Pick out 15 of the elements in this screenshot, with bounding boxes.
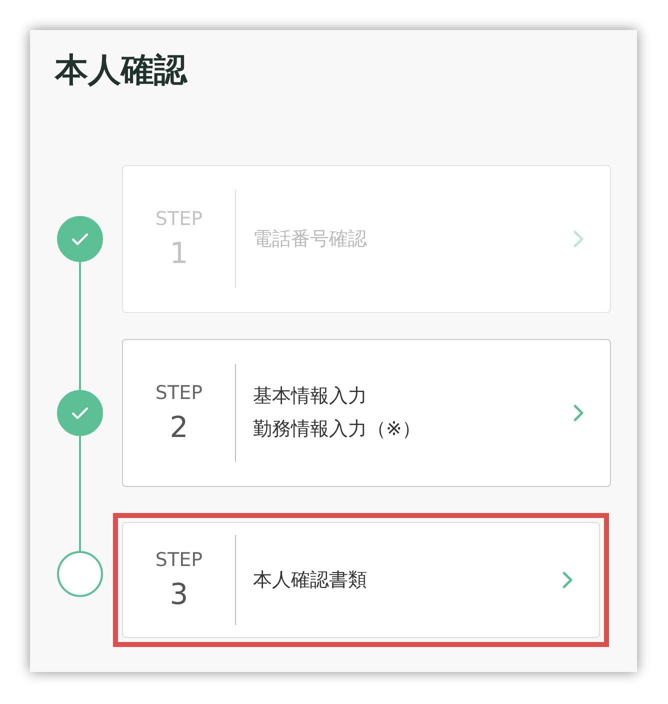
step-number: 2 bbox=[170, 410, 188, 444]
chevron-right-icon bbox=[572, 404, 584, 422]
step-title: 本人確認書類 bbox=[252, 568, 368, 592]
step-label: STEP bbox=[155, 208, 203, 230]
step-label: STEP bbox=[155, 382, 203, 404]
step-card[interactable]: STEP 2 基本情報入力 勤務情報入力（※） bbox=[122, 339, 611, 487]
step-label: STEP bbox=[155, 549, 203, 571]
chevron-right-icon bbox=[572, 230, 584, 248]
step-number: 1 bbox=[170, 236, 188, 270]
step-card[interactable]: STEP 3 本人確認書類 bbox=[122, 522, 600, 638]
step-title: 基本情報入力 勤務情報入力（※） bbox=[252, 384, 422, 442]
chevron-right-icon bbox=[561, 571, 573, 589]
step-number: 3 bbox=[170, 577, 188, 611]
page-title: 本人確認 bbox=[55, 49, 188, 91]
step-title: 電話番号確認 bbox=[252, 226, 368, 252]
